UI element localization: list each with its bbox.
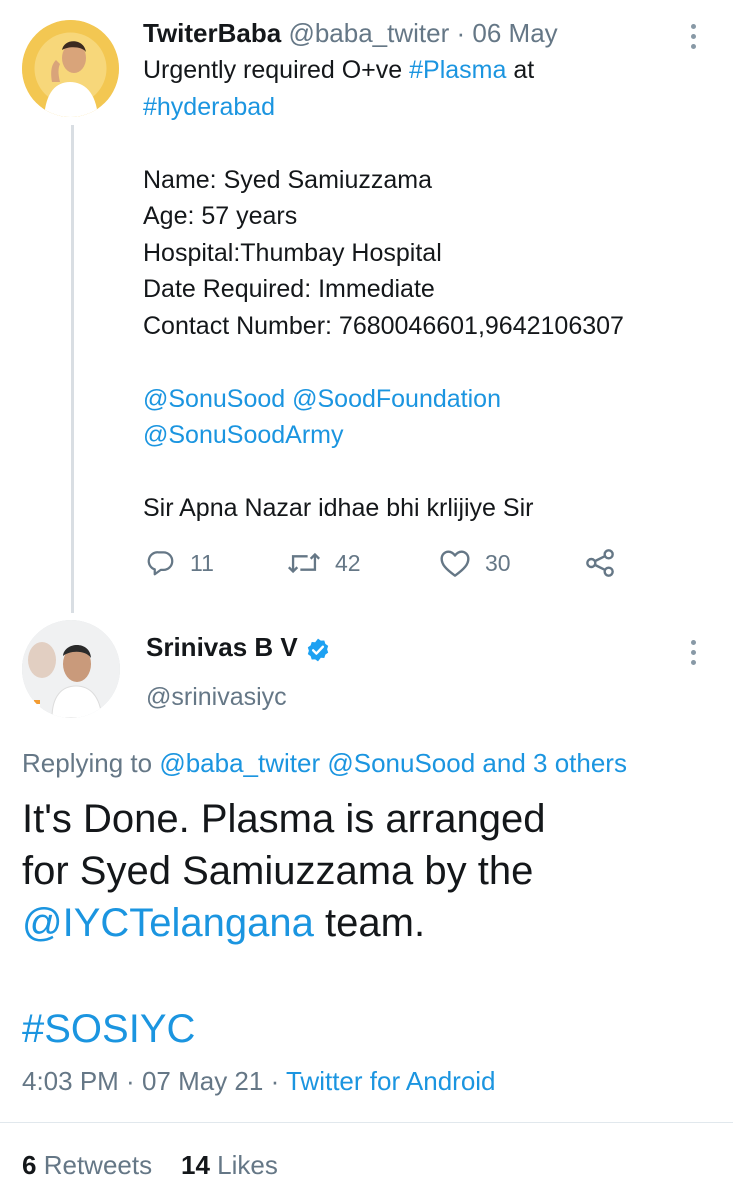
tweet2-meta-separator: · (263, 1066, 286, 1096)
verified-badge-icon (307, 638, 329, 662)
avatar-person-image (22, 620, 120, 718)
tweet1-closing-text: Sir Apna Nazar idhae bhi krlijiye Sir (143, 494, 534, 522)
avatar-twiterbaba[interactable] (22, 20, 119, 117)
reply-icon (147, 551, 174, 576)
tweet2-time[interactable]: 4:03 PM (22, 1066, 119, 1096)
tweet2-source-link[interactable]: Twitter for Android (286, 1066, 496, 1096)
replying-to-and: and (475, 748, 534, 778)
tweet1-text: Urgently required O+ve #Plasma at #hyder… (143, 52, 713, 527)
more-options-icon[interactable] (684, 22, 704, 52)
tweet2-text-line2: for Syed Samiuzzama by the (22, 849, 534, 893)
replying-to-others-link[interactable]: 3 others (533, 748, 627, 778)
mention-iyctelangana-link[interactable]: @IYCTelangana (22, 901, 314, 945)
avatar-srinivas[interactable] (22, 620, 120, 718)
like-icon (440, 550, 470, 577)
retweets-stat[interactable]: 6 Retweets (22, 1150, 152, 1180)
like-button[interactable]: 30 (439, 545, 511, 581)
detail-date-required: Date Required: Immediate (143, 275, 435, 303)
likes-count: 14 (181, 1150, 210, 1180)
tweet2-handle[interactable]: @srinivasiyc (146, 683, 287, 712)
avatar-person-image (22, 20, 119, 117)
detail-hospital: Hospital:Thumbay Hospital (143, 238, 442, 267)
tweet2-text: It's Done. Plasma is arranged for Syed S… (22, 793, 722, 949)
more-options-icon[interactable] (684, 638, 704, 668)
tweet2-meta-separator: · (118, 1066, 142, 1096)
like-count: 30 (485, 549, 511, 576)
detail-contact-number: Contact Number: 7680046601,9642106307 (143, 311, 624, 340)
likes-label: Likes (217, 1150, 278, 1180)
tweet1-separator: · (456, 18, 466, 48)
hashtag-sosiyc-link[interactable]: #SOSIYC (22, 1003, 195, 1055)
tweet1-text-at: at (506, 56, 535, 84)
share-icon (586, 549, 614, 577)
tweet1-action-bar: 11 42 30 (143, 545, 623, 581)
retweet-count: 42 (335, 549, 361, 576)
tweet2-date[interactable]: 07 May 21 (142, 1066, 263, 1096)
retweets-label: Retweets (43, 1150, 153, 1180)
tweet2-meta-line: 4:03 PM · 07 May 21 · Twitter for Androi… (22, 1064, 496, 1098)
likes-stat[interactable]: 14 Likes (181, 1150, 278, 1180)
tweet2-engagement-stats: 6 Retweets 14 Likes (22, 1148, 278, 1182)
hashtag-hyderabad-link[interactable]: #hyderabad (143, 89, 713, 126)
mention-soodfoundation-link[interactable]: @SoodFoundation (292, 385, 501, 413)
reply-button[interactable]: 11 (146, 545, 214, 581)
retweet-button[interactable]: 42 (287, 545, 361, 581)
tweet2-display-name[interactable]: Srinivas B V (146, 632, 298, 663)
replying-to-line: Replying to @baba_twiter @SonuSood and 3… (22, 746, 627, 780)
thread-connector-line (71, 125, 74, 613)
tweet1-display-name[interactable]: TwiterBaba (143, 18, 281, 48)
tweet1-handle[interactable]: @baba_twiter (288, 18, 449, 48)
reply-count: 11 (190, 549, 214, 576)
mention-sonusood-link[interactable]: @SonuSood (143, 385, 285, 413)
retweets-count: 6 (22, 1150, 37, 1180)
tweet2-text-line1: It's Done. Plasma is arranged (22, 797, 546, 841)
retweet-icon (288, 552, 320, 574)
hashtag-plasma-link[interactable]: #Plasma (409, 56, 506, 84)
tweet1-text-intro: Urgently required O+ve (143, 56, 410, 84)
replying-to-mentions-link[interactable]: @baba_twiter @SonuSood (159, 748, 475, 778)
divider (0, 1122, 733, 1123)
share-button[interactable] (584, 545, 616, 581)
tweet1-date[interactable]: 06 May (472, 18, 557, 48)
mention-sonusoodarmy-link[interactable]: @SonuSoodArmy (143, 417, 713, 454)
detail-age: Age: 57 years (143, 202, 298, 230)
detail-name: Name: Syed Samiuzzama (143, 165, 433, 194)
tweet1-header: TwiterBaba @baba_twiter · 06 May (143, 16, 558, 50)
replying-to-label: Replying to (22, 748, 160, 778)
tweet2-text-end: team. (313, 901, 426, 945)
